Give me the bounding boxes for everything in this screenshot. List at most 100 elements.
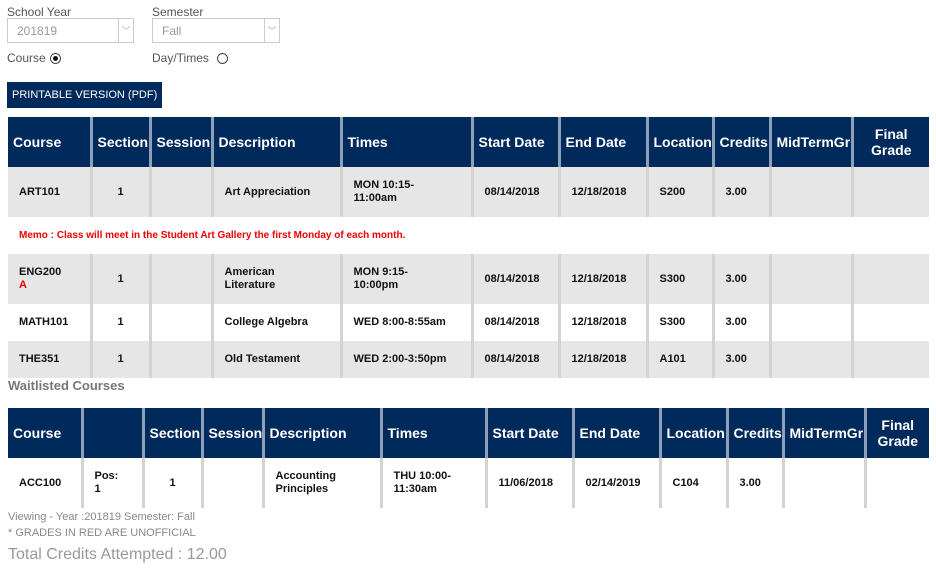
table-cell xyxy=(770,167,854,217)
table-cell xyxy=(770,254,854,304)
table-cell: WED 2:00-3:50pm xyxy=(341,341,474,378)
cell-text: 08/14/2018 xyxy=(484,353,540,365)
waitlisted-title: Waitlisted Courses xyxy=(8,378,125,393)
memo-row: Memo : Class will meet in the Student Ar… xyxy=(8,217,929,254)
cell-text: S300 xyxy=(659,316,686,328)
table-cell xyxy=(150,341,214,378)
cell-text: Art Appreciation xyxy=(224,185,311,198)
table-cell xyxy=(783,458,867,508)
table-cell: S300 xyxy=(647,254,715,304)
column-header: Location xyxy=(647,117,715,167)
table-cell: ENG200 A xyxy=(8,254,93,304)
semester-select[interactable]: Fall ﹀ xyxy=(152,18,280,43)
table-cell xyxy=(852,304,929,341)
table-cell xyxy=(865,458,929,508)
cell-text: 11/06/2018 xyxy=(498,476,553,489)
table-cell: 08/14/2018 xyxy=(472,167,561,217)
table-cell: 08/14/2018 xyxy=(472,304,561,341)
table-cell: 12/18/2018 xyxy=(559,304,649,341)
chevron-down-icon: ﹀ xyxy=(264,19,279,42)
table-cell: 12/18/2018 xyxy=(559,167,649,217)
cell-text: 3.00 xyxy=(725,353,747,365)
table-cell: 08/14/2018 xyxy=(472,341,561,378)
semester-label: Semester xyxy=(152,5,204,19)
table-cell xyxy=(202,458,265,508)
table-cell: ART101 xyxy=(8,167,93,217)
cell-text: MON 9:15-10:00pm xyxy=(353,266,408,291)
table-cell: S300 xyxy=(647,304,715,341)
school-year-label: School Year xyxy=(7,5,72,19)
cell-text: 12/18/2018 xyxy=(571,316,627,328)
cell-text: College Algebra xyxy=(224,316,308,328)
table-cell xyxy=(150,304,214,341)
cell-text: Pos: 1 xyxy=(94,470,119,495)
cell-text: 08/14/2018 xyxy=(484,272,540,285)
cell-text: THE351 xyxy=(19,353,60,365)
column-header: End Date xyxy=(573,408,662,458)
printable-version-button[interactable]: PRINTABLE VERSION (PDF) xyxy=(7,82,163,108)
table-cell: S200 xyxy=(647,167,715,217)
radio-daytimes-label: Day/Times xyxy=(152,51,209,65)
cell-text: 3.00 xyxy=(739,476,761,489)
cell-text: MATH101 xyxy=(19,316,69,328)
cell-text: 12/18/2018 xyxy=(571,185,627,198)
cell-text: ACC100 xyxy=(19,476,62,489)
column-header: MidTermGr xyxy=(783,408,867,458)
table-cell xyxy=(852,254,929,304)
cell-text: Old Testament xyxy=(224,353,301,365)
school-year-select[interactable]: 201819 ﹀ xyxy=(7,18,134,43)
cell-text: 12/18/2018 xyxy=(571,272,627,285)
table-cell: 1 xyxy=(91,304,152,341)
table-cell: 3.00 xyxy=(713,254,772,304)
waitlisted-courses-table: Course Section Session Description Times Star… xyxy=(8,408,929,508)
column-header: Final Grade xyxy=(852,117,929,167)
column-header: Times xyxy=(381,408,488,458)
table-cell xyxy=(150,254,214,304)
column-header: End Date xyxy=(559,117,649,167)
cell-text: 02/14/2019 xyxy=(585,476,641,489)
column-header: Description xyxy=(212,117,343,167)
table-cell: C104 xyxy=(660,458,729,508)
table-cell: 3.00 xyxy=(713,167,772,217)
radio-unchecked-icon[interactable] xyxy=(216,53,228,65)
radio-checked-icon[interactable] xyxy=(49,53,61,65)
table-cell: 1 xyxy=(143,458,204,508)
column-header: Session xyxy=(202,408,265,458)
table-row: ENG200 A 1 American Literature MON 9:15-10:0… xyxy=(8,254,929,304)
column-header: Credits xyxy=(727,408,785,458)
table-cell: Old Testament xyxy=(212,341,343,378)
table-cell xyxy=(852,167,929,217)
table-cell xyxy=(770,341,854,378)
column-header: Times xyxy=(341,117,474,167)
total-credits: Total Credits Attempted : 12.00 xyxy=(8,546,227,563)
cell-text: 3.00 xyxy=(725,272,747,285)
column-header xyxy=(82,408,145,458)
cell-text: 3.00 xyxy=(725,316,747,328)
cell-text: 08/14/2018 xyxy=(484,185,540,198)
column-header: Start Date xyxy=(472,117,561,167)
table-row: ACC100 Pos: 1 1 Accounting Principles THU 10… xyxy=(8,458,929,508)
table-cell: College Algebra xyxy=(212,304,343,341)
cell-text: A101 xyxy=(659,353,686,365)
table-cell: THE351 xyxy=(8,341,93,378)
cell-text: WED 2:00-3:50pm xyxy=(353,353,447,365)
table-row: THE351 1 Old Testament WED 2:00-3:50pm 08/14… xyxy=(8,341,929,378)
table-cell: Art Appreciation xyxy=(212,167,343,217)
cell-text: MON 10:15-11:00am xyxy=(353,179,415,204)
table-row: MATH101 1 College Algebra WED 8:00-8:55am 08… xyxy=(8,304,929,341)
table-cell: 02/14/2019 xyxy=(573,458,662,508)
table-cell: MON 9:15-10:00pm xyxy=(341,254,474,304)
table-cell: MON 10:15-11:00am xyxy=(341,167,474,217)
column-header: Section xyxy=(143,408,204,458)
table-cell: WED 8:00-8:55am xyxy=(341,304,474,341)
cell-text: S200 xyxy=(659,185,686,198)
cell-text: Accounting Principles xyxy=(275,470,337,495)
column-header: Course xyxy=(8,408,84,458)
table-cell: 11/06/2018 xyxy=(486,458,575,508)
cell-text: 12/18/2018 xyxy=(571,353,627,365)
column-header: Description xyxy=(263,408,383,458)
column-header: Course xyxy=(8,117,93,167)
radio-course[interactable]: Course xyxy=(7,51,61,65)
radio-daytimes[interactable]: Day/Times xyxy=(152,51,228,65)
cell-text: 1 xyxy=(117,353,124,365)
